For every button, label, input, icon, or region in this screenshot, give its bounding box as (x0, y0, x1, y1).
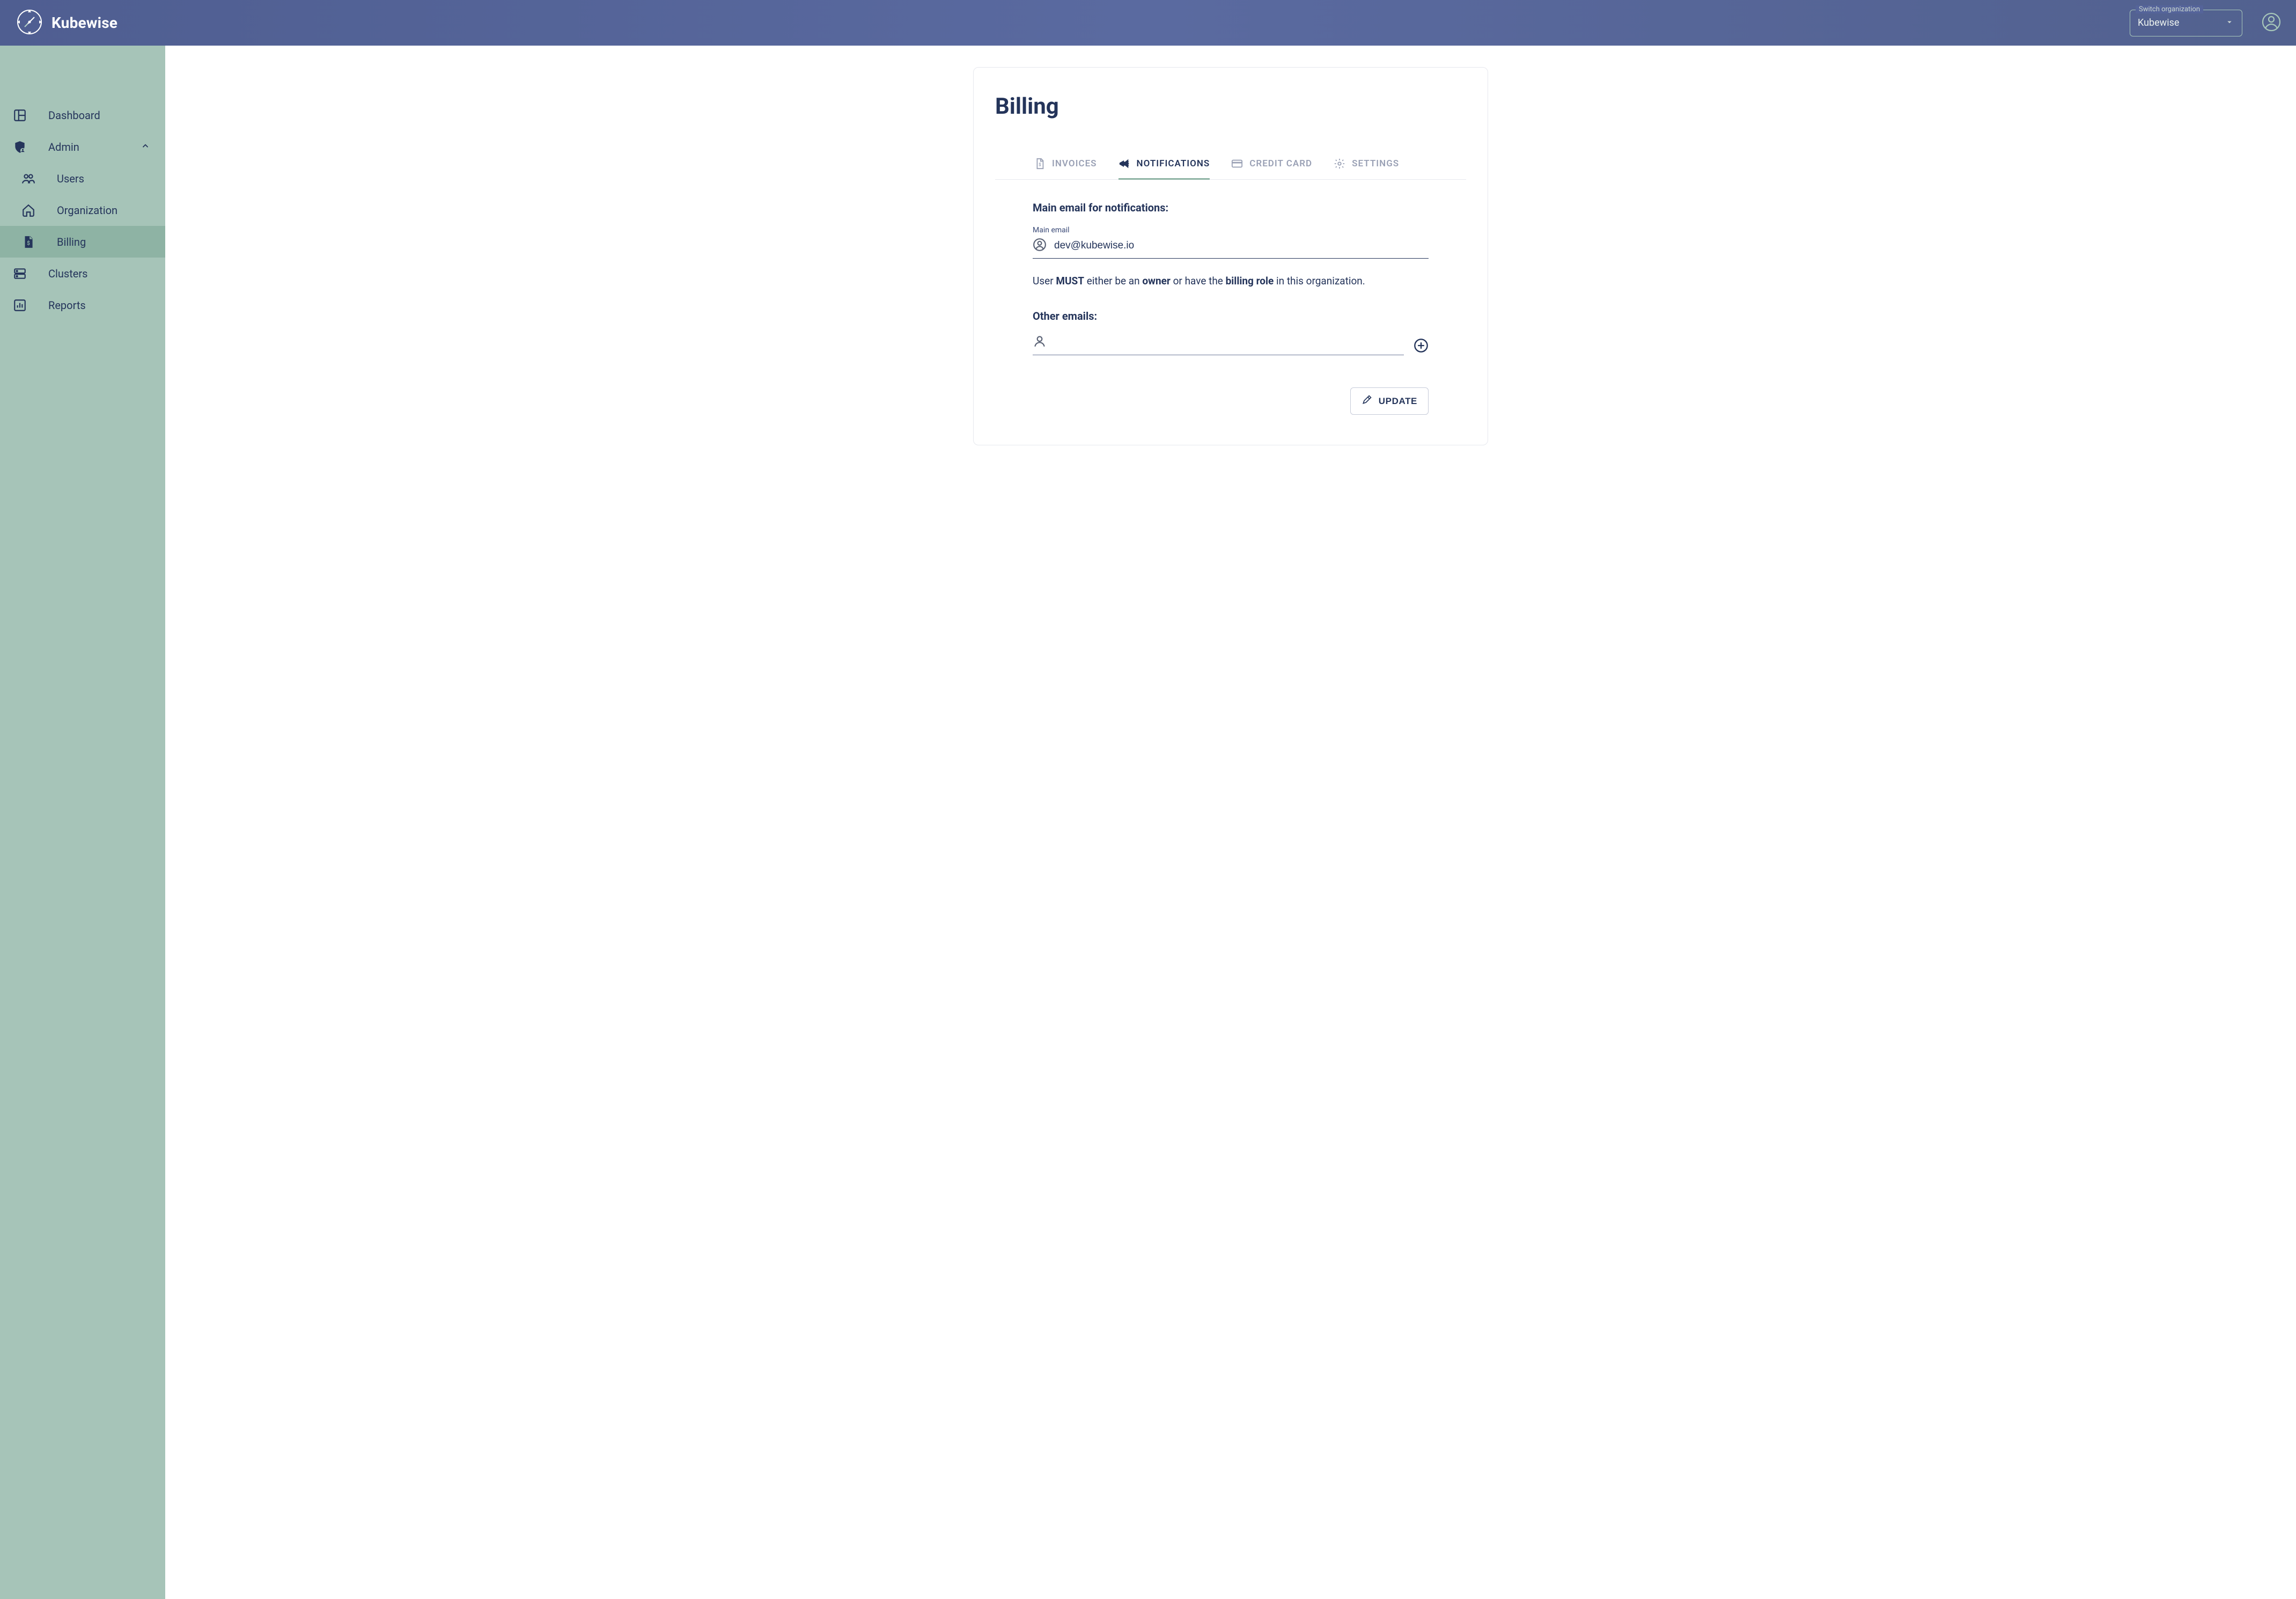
main-email-label: Main email (1033, 226, 1429, 234)
tab-label: NOTIFICATIONS (1137, 158, 1210, 169)
billing-card: Billing $ INVOICES NOTIFICATIONS (973, 67, 1488, 445)
app-header: Kubewise Switch organization Kubewise (0, 0, 2296, 46)
svg-text:$: $ (27, 240, 30, 246)
sidebar-item-reports[interactable]: Reports (0, 289, 165, 321)
org-switch-select[interactable]: Switch organization Kubewise (2130, 10, 2242, 36)
update-button-label: UPDATE (1379, 396, 1417, 407)
caret-down-icon (2225, 17, 2234, 29)
tab-label: SETTINGS (1352, 158, 1399, 169)
notifications-section: Main email for notifications: Main email… (995, 201, 1466, 355)
brand-logo[interactable]: Kubewise (15, 8, 117, 39)
other-emails-heading: Other emails: (1033, 310, 1429, 322)
main-email-input[interactable] (1054, 240, 1429, 252)
server-icon (13, 267, 27, 281)
org-switch-label: Switch organization (2136, 5, 2203, 13)
sidebar-item-organization[interactable]: Organization (0, 194, 165, 226)
add-email-button[interactable] (1414, 338, 1429, 355)
sidebar-item-label: Users (57, 172, 84, 185)
tab-notifications[interactable]: NOTIFICATIONS (1118, 150, 1210, 180)
billing-tabs: $ INVOICES NOTIFICATIONS CR (995, 150, 1466, 180)
tab-invoices[interactable]: $ INVOICES (1034, 150, 1097, 180)
users-icon (21, 172, 35, 186)
tab-credit-card[interactable]: CREDIT CARD (1231, 150, 1312, 180)
sidebar-item-label: Dashboard (48, 109, 100, 122)
sidebar-item-label: Clusters (48, 267, 87, 280)
update-button[interactable]: UPDATE (1350, 387, 1429, 415)
sidebar-item-users[interactable]: Users (0, 163, 165, 194)
dashboard-icon (13, 108, 27, 122)
other-email-input[interactable] (1054, 336, 1404, 348)
home-icon (21, 203, 35, 217)
pencil-icon (1362, 394, 1372, 408)
sidebar-item-admin[interactable]: Admin (0, 131, 165, 163)
tab-label: CREDIT CARD (1249, 158, 1312, 169)
chevron-up-icon (141, 141, 150, 153)
sidebar-item-label: Billing (57, 236, 86, 248)
person-circle-icon (1033, 238, 1047, 254)
chart-icon (13, 298, 27, 312)
account-icon[interactable] (2262, 12, 2281, 34)
compass-icon (15, 8, 44, 39)
page-title: Billing (995, 93, 1466, 120)
admin-shield-icon (13, 140, 27, 154)
tab-label: INVOICES (1052, 158, 1097, 169)
other-email-field[interactable] (1033, 331, 1404, 355)
sidebar: Dashboard Admin (0, 46, 165, 1599)
brand-name: Kubewise (51, 14, 117, 32)
main-content: Billing $ INVOICES NOTIFICATIONS (165, 46, 2296, 1599)
sidebar-item-label: Organization (57, 204, 117, 217)
helper-text: User MUST either be an owner or have the… (1033, 275, 1429, 287)
person-outline-icon (1033, 334, 1047, 350)
main-email-heading: Main email for notifications: (1033, 201, 1429, 214)
sidebar-item-clusters[interactable]: Clusters (0, 258, 165, 289)
sidebar-item-label: Admin (48, 141, 79, 153)
sidebar-item-billing[interactable]: $ Billing (0, 226, 165, 258)
tab-settings[interactable]: SETTINGS (1334, 150, 1399, 180)
org-switch-value: Kubewise (2138, 17, 2225, 28)
sidebar-item-dashboard[interactable]: Dashboard (0, 99, 165, 131)
main-email-field[interactable]: Main email (1033, 223, 1429, 259)
invoice-icon: $ (21, 235, 35, 249)
svg-text:$: $ (1039, 163, 1041, 167)
sidebar-item-label: Reports (48, 299, 86, 312)
